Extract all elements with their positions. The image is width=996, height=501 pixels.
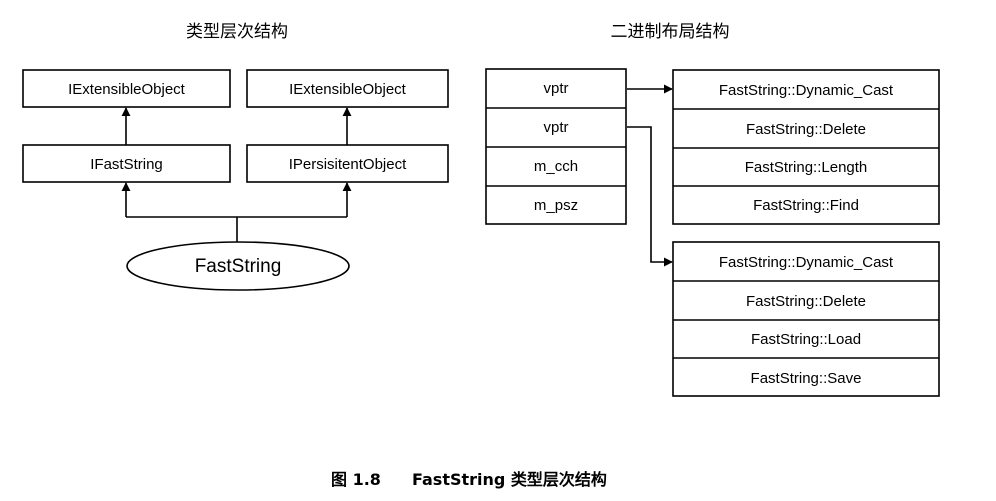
interface-box-ipersisitentobject: IPersisitentObject <box>246 144 449 183</box>
interface-label: IFastString <box>90 156 163 173</box>
vtable-faststring-primary: FastString::Dynamic_Cast FastString::Del… <box>672 69 940 225</box>
layout-slot-m-psz: m_psz <box>534 197 578 214</box>
class-name-label: FastString <box>195 256 282 277</box>
interface-box-iextensibleobject-left: IExtensibleObject <box>22 69 231 108</box>
diagram-canvas: 类型层次结构 二进制布局结构 IExtensibleObject IFastSt… <box>22 22 940 489</box>
vtable-entry: FastString::Find <box>753 197 859 214</box>
binary-layout-title: 二进制布局结构 <box>611 22 730 42</box>
interface-box-ifaststring: IFastString <box>22 144 231 183</box>
vtable-entry: FastString::Delete <box>746 121 866 138</box>
vtable-faststring-persistent: FastString::Dynamic_Cast FastString::Del… <box>672 241 940 397</box>
vtable-entry: FastString::Dynamic_Cast <box>719 254 894 271</box>
figure-caption-text: FastString 类型层次结构 <box>412 470 607 489</box>
type-hierarchy-title: 类型层次结构 <box>186 22 288 42</box>
layout-slot-m-cch: m_cch <box>534 158 578 175</box>
vtable-entry: FastString::Save <box>751 370 862 387</box>
interface-label: IPersisitentObject <box>289 156 407 173</box>
vtable-entry: FastString::Length <box>745 159 868 176</box>
class-ellipse-faststring: FastString <box>126 241 350 291</box>
vtable-entry: FastString::Load <box>751 331 861 348</box>
interface-label: IExtensibleObject <box>289 81 407 98</box>
vptr-arrow-persistent <box>627 126 673 267</box>
layout-slot-vptr-2: vptr <box>543 119 568 136</box>
figure-caption-label: 图 1.8 <box>331 470 381 489</box>
interface-label: IExtensibleObject <box>68 81 186 98</box>
object-layout-table: vptr vptr m_cch m_psz <box>485 68 627 225</box>
interface-box-iextensibleobject-right: IExtensibleObject <box>246 69 449 108</box>
vtable-entry: FastString::Delete <box>746 293 866 310</box>
vtable-entry: FastString::Dynamic_Cast <box>719 82 894 99</box>
layout-slot-vptr-1: vptr <box>543 80 568 97</box>
